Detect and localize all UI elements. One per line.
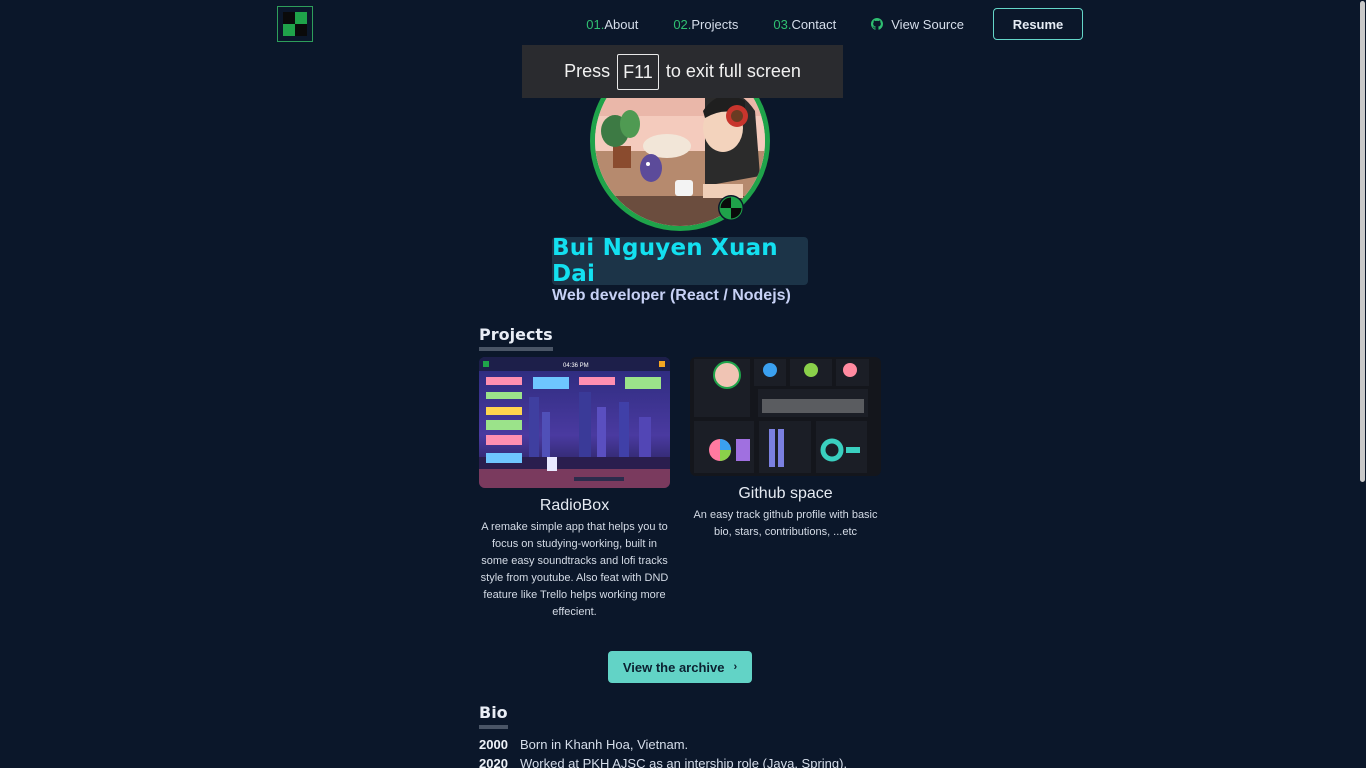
fullscreen-notice-suffix: to exit full screen bbox=[665, 61, 801, 81]
bio-entry: 2000 Born in Khanh Hoa, Vietnam. bbox=[479, 737, 688, 752]
bio-heading: Bio bbox=[479, 703, 508, 729]
nav-about-label: About bbox=[604, 16, 639, 32]
view-source-label: View Source bbox=[891, 16, 964, 32]
nav-about-number: 01. bbox=[586, 16, 605, 32]
radiobox-title: RadioBox bbox=[539, 497, 610, 514]
bio-text: Worked at PKH AJSC as an intership role … bbox=[520, 756, 848, 768]
nav-contact-label: Contact bbox=[791, 16, 837, 32]
github-space-screenshot-image bbox=[690, 357, 881, 476]
nav-projects-number: 02. bbox=[673, 16, 692, 32]
badge-logo-icon bbox=[719, 196, 743, 220]
github-space-description: An easy track github profile with basic … bbox=[693, 509, 878, 538]
nav-contact-link[interactable]: 03.Contact bbox=[773, 17, 836, 32]
portfolio-page: 01.About 02.Projects 03.Contact View Sou… bbox=[0, 0, 1366, 768]
resume-button[interactable]: Resume bbox=[993, 8, 1083, 40]
logo-icon bbox=[278, 7, 312, 41]
projects-heading: Projects bbox=[479, 325, 553, 351]
name-banner: Bui Nguyen Xuan Dai bbox=[552, 235, 808, 287]
radiobox-thumb-clock: 04:36 PM bbox=[563, 363, 589, 369]
project-card-radiobox[interactable]: 04:36 PM RadioBox A remake simple app th… bbox=[479, 357, 670, 621]
page-scrollbar[interactable] bbox=[1358, 0, 1366, 768]
fullscreen-exit-notice: Press F11 to exit full screen bbox=[522, 45, 843, 98]
view-source-link[interactable]: View Source bbox=[871, 17, 964, 32]
nav-contact-number: 03. bbox=[773, 16, 792, 32]
view-archive-label: View the archive bbox=[622, 659, 725, 675]
github-icon bbox=[871, 18, 884, 30]
radiobox-thumbnail: 04:36 PM bbox=[479, 357, 670, 488]
github-space-title: Github space bbox=[738, 485, 833, 502]
project-card-github-space[interactable]: Github space An easy track github profil… bbox=[690, 357, 881, 541]
view-archive-button[interactable]: View the archive › bbox=[608, 651, 752, 683]
bio-entry: 2020 Worked at PKH AJSC as an intership r… bbox=[479, 756, 847, 768]
bio-year: 2020 bbox=[479, 756, 508, 768]
fullscreen-notice-prefix: Press bbox=[564, 61, 611, 81]
scrollbar-thumb[interactable] bbox=[1360, 1, 1365, 482]
main-nav: 01.About 02.Projects 03.Contact View Sou… bbox=[586, 8, 1083, 40]
bio-text: Born in Khanh Hoa, Vietnam. bbox=[520, 737, 689, 752]
avatar-logo-badge bbox=[718, 195, 744, 221]
radiobox-screenshot-image: 04:36 PM bbox=[479, 357, 670, 488]
nav-projects-label: Projects bbox=[691, 16, 739, 32]
nav-projects-link[interactable]: 02.Projects bbox=[673, 17, 738, 32]
site-logo[interactable] bbox=[277, 6, 313, 42]
bio-year: 2000 bbox=[479, 737, 508, 752]
profile-role: Web developer (React / Nodejs) bbox=[552, 287, 791, 304]
profile-name: Bui Nguyen Xuan Dai bbox=[552, 235, 778, 287]
github-space-thumbnail bbox=[690, 357, 881, 476]
nav-about-link[interactable]: 01.About bbox=[586, 17, 638, 32]
f11-key-hint: F11 bbox=[617, 53, 659, 90]
radiobox-description: A remake simple app that helps you to fo… bbox=[480, 521, 669, 618]
chevron-right-icon: › bbox=[733, 661, 738, 673]
